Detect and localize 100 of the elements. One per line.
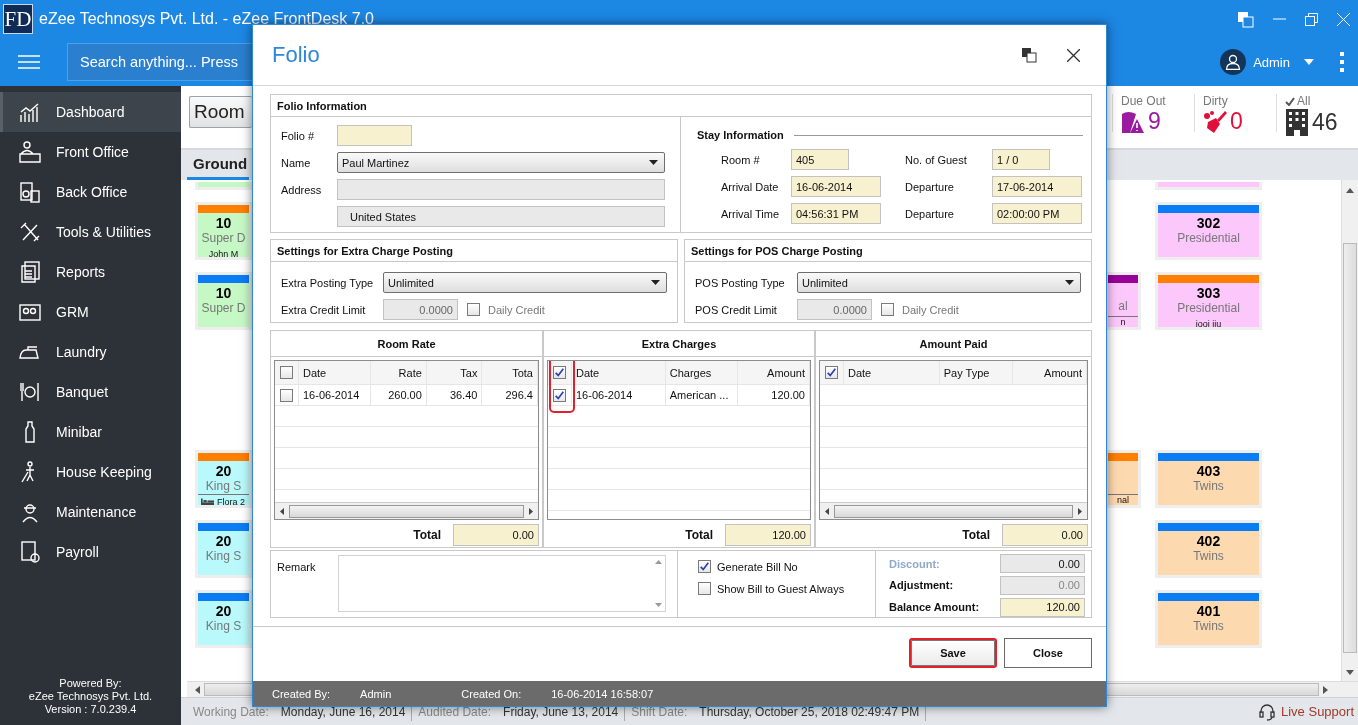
room-card[interactable]: 10 Super D John M [195, 202, 252, 260]
data-grid[interactable]: Date Charges Amount 16-06-2014 American ... 120.00 [547, 360, 811, 520]
sidebar-item[interactable]: Reports [0, 252, 181, 292]
caret-icon [651, 280, 660, 285]
sidebar-item[interactable]: House Keeping [0, 452, 181, 492]
stat-label: All [1297, 94, 1311, 108]
checkbox[interactable] [280, 388, 293, 402]
stat-value[interactable]: 9 [1148, 108, 1161, 135]
input-field[interactable]: 0.0000 [383, 299, 458, 320]
search-field[interactable]: Search anything... Press [67, 43, 252, 81]
room-card[interactable]: 402 Twins [1155, 520, 1262, 578]
stat-value[interactable]: 46 [1312, 108, 1338, 136]
caret-icon [1065, 280, 1074, 285]
close-icon[interactable] [1067, 48, 1080, 62]
checkbox[interactable] [280, 366, 293, 379]
column-header[interactable]: Pay Type [939, 361, 1014, 384]
down-arrow-icon[interactable] [654, 603, 662, 607]
room-card[interactable]: 403 Twins [1155, 450, 1262, 508]
headset-icon[interactable] [1258, 702, 1276, 721]
column-header[interactable]: Tax [426, 361, 483, 384]
dropdown[interactable]: Unlimited [797, 272, 1081, 293]
room-card[interactable]: 20 King S [195, 590, 252, 648]
column-header[interactable]: Amount [1013, 361, 1087, 384]
room-type: Presidential [1177, 231, 1240, 245]
checkbox[interactable] [881, 303, 894, 316]
input-field[interactable]: United States [337, 206, 665, 227]
dropdown[interactable]: Paul Martinez [337, 152, 665, 173]
scrollbar[interactable] [275, 502, 538, 519]
right-arrow-icon[interactable] [1323, 685, 1328, 694]
view-button[interactable]: Room [189, 96, 252, 128]
sidebar-item[interactable]: Dashboard [0, 92, 181, 132]
room-card[interactable]: 10 Super D [195, 272, 252, 330]
left-arrow-icon[interactable] [195, 685, 200, 694]
sidebar-item[interactable]: Banquet [0, 372, 181, 412]
save-button[interactable]: Save [909, 638, 997, 668]
input-field[interactable]: 17-06-2014 [992, 176, 1082, 197]
down-arrow-icon[interactable] [1346, 670, 1354, 675]
column-header[interactable]: Charges [665, 361, 738, 384]
input-field[interactable]: 0.0000 [797, 299, 872, 320]
input-field[interactable]: 1 / 0 [992, 149, 1050, 170]
column-header[interactable]: Tota [482, 361, 538, 384]
room-card[interactable]: 303 Presidential iooi iiu [1155, 272, 1262, 330]
restore-icon[interactable] [1305, 12, 1318, 26]
left-arrow-icon[interactable] [825, 507, 829, 515]
more-icon[interactable] [1340, 52, 1344, 72]
checkbox[interactable] [698, 560, 711, 573]
sidebar-item[interactable]: Laundry [0, 332, 181, 372]
data-grid[interactable]: Date Rate Tax Tota 16-06-2014 260.00 36.40 296.4 [274, 360, 539, 520]
left-arrow-icon[interactable] [280, 507, 284, 515]
room-card[interactable]: 401 Twins [1155, 590, 1262, 648]
sidebar-item[interactable]: Payroll [0, 532, 181, 572]
avatar-icon[interactable] [1220, 49, 1247, 75]
up-arrow-icon[interactable] [654, 560, 662, 564]
room-card[interactable]: al n [1105, 272, 1141, 330]
checkbox[interactable] [553, 366, 566, 379]
input-field[interactable]: 04:56:31 PM [791, 203, 881, 224]
column-header[interactable]: Date [299, 361, 372, 384]
live-support-link[interactable]: Live Support [1281, 704, 1354, 719]
menu-icon[interactable] [18, 55, 40, 69]
room-card[interactable]: 20 King S [195, 520, 252, 578]
sidebar-item[interactable]: Front Office [0, 132, 181, 172]
data-grid[interactable]: Date Pay Type Amount [819, 360, 1088, 520]
guest-name: n [1120, 316, 1126, 327]
sidebar-item[interactable]: Maintenance [0, 492, 181, 532]
column-header[interactable]: Rate [371, 361, 427, 384]
grid-title: Amount Paid [816, 331, 1091, 357]
checkbox-label: Show Bill to Guest Always [717, 582, 845, 595]
sidebar-item[interactable]: Back Office [0, 172, 181, 212]
input-field[interactable] [337, 125, 412, 146]
checkbox[interactable] [698, 582, 711, 595]
sidebar-item[interactable]: GRM [0, 292, 181, 332]
close-button[interactable]: Close [1004, 638, 1092, 668]
scrollbar[interactable] [1341, 180, 1358, 681]
user-name[interactable]: Admin [1253, 54, 1290, 70]
dropdown[interactable]: Unlimited [383, 272, 667, 293]
sidebar-item[interactable]: Tools & Utilities [0, 212, 181, 252]
column-header[interactable]: Amount [737, 361, 810, 384]
input-field[interactable]: 405 [791, 149, 849, 170]
checkbox[interactable] [825, 366, 838, 379]
stat-value[interactable]: 0 [1230, 108, 1243, 135]
room-card[interactable]: nal [1105, 450, 1141, 508]
right-arrow-icon[interactable] [1078, 507, 1082, 515]
input-field[interactable]: 02:00:00 PM [992, 203, 1082, 224]
dialog-title: Folio [272, 42, 321, 68]
checkbox[interactable] [553, 388, 566, 402]
room-card[interactable]: 302 Presidential [1155, 202, 1262, 260]
table-cell: 296.4 [482, 385, 538, 405]
column-header[interactable]: Date [572, 361, 666, 384]
column-header[interactable]: Date [844, 361, 940, 384]
sidebar-item[interactable]: Minibar [0, 412, 181, 452]
translate-icon[interactable] [1021, 47, 1037, 63]
up-arrow-icon[interactable] [1346, 188, 1354, 193]
scrollbar[interactable] [820, 502, 1087, 519]
remark-field[interactable] [338, 555, 666, 612]
caret-icon[interactable] [1304, 59, 1314, 65]
right-arrow-icon[interactable] [529, 507, 533, 515]
room-card[interactable]: 20 King S Flora 2 [195, 450, 252, 508]
input-field[interactable] [337, 179, 665, 200]
checkbox[interactable] [467, 303, 480, 316]
input-field[interactable]: 16-06-2014 [791, 176, 881, 197]
